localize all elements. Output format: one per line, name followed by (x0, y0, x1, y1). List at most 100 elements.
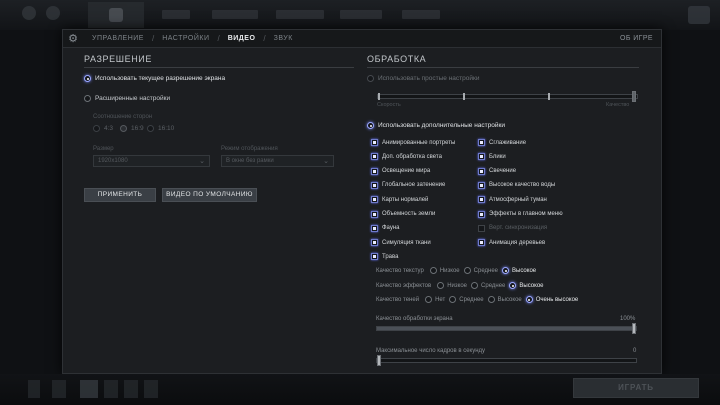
shadow-medium-radio[interactable]: Среднее (449, 296, 484, 303)
advanced-resolution-label: Расширенные настройки (95, 95, 171, 102)
effects-low-radio[interactable]: Низкое (437, 282, 467, 289)
profile-icon[interactable] (688, 6, 710, 24)
bottom-icon[interactable] (28, 380, 40, 398)
about-link[interactable]: ОБ ИГРЕ (620, 35, 653, 42)
radio-indicator (367, 122, 374, 129)
nav-item[interactable] (402, 10, 440, 19)
tab-settings[interactable]: НАСТРОЙКИ (154, 35, 217, 42)
render-quality-slider[interactable] (376, 323, 637, 334)
checkbox-left-8[interactable]: Трава (371, 253, 398, 261)
texture-high-radio[interactable]: Высокое (502, 267, 536, 274)
max-fps-slider[interactable] (376, 355, 637, 366)
bottom-icon[interactable] (52, 380, 66, 398)
use-current-resolution-radio[interactable]: Использовать текущее разрешение экрана (84, 75, 225, 82)
size-label: Размер (93, 146, 114, 152)
simple-quality-slider[interactable] (377, 91, 638, 102)
texture-low-radio[interactable]: Низкое (429, 267, 460, 274)
aspect-label: 4:3 (104, 125, 114, 132)
tab-controls[interactable]: УПРАВЛЕНИЕ (84, 35, 152, 42)
checkbox-label: Доп. обработка света (382, 153, 442, 160)
checkbox-label: Атмосферный туман (489, 196, 547, 203)
texture-medium-radio[interactable]: Среднее (463, 267, 498, 274)
option-label: Нет (435, 296, 446, 303)
aspect-16-9-radio[interactable]: 16:9 (120, 125, 144, 132)
logo-icon (109, 8, 123, 22)
tab-sound[interactable]: ЗВУК (266, 35, 301, 42)
checkbox-label: Карты нормалей (382, 196, 429, 203)
checkbox-indicator (371, 153, 378, 161)
shadow-high-radio[interactable]: Высокое (487, 296, 522, 303)
radio-indicator (471, 282, 479, 289)
slider-thumb[interactable] (632, 323, 636, 334)
aspect-4-3-radio[interactable]: 4:3 (93, 125, 113, 132)
checkbox-left-6[interactable]: Фауна (371, 224, 399, 232)
slider-tick (378, 93, 380, 100)
checkbox-label: Анимированные портреты (382, 139, 456, 146)
gear-icon: ⚙ (68, 32, 78, 45)
checkbox-indicator (478, 139, 485, 146)
aspect-label: 16:9 (131, 125, 144, 132)
effects-medium-radio[interactable]: Среднее (471, 282, 505, 289)
display-mode-select[interactable]: В окне без рамки ⌄ (221, 155, 334, 167)
radio-indicator (487, 296, 495, 303)
slider-thumb[interactable] (632, 91, 636, 102)
checkbox-right-6[interactable]: Верт. синхронизация (478, 224, 547, 232)
checkbox-right-2[interactable]: Свечение (478, 167, 516, 175)
bottom-icon[interactable] (80, 380, 98, 398)
gear-icon[interactable] (22, 6, 36, 20)
checkbox-right-4[interactable]: Атмосферный туман (478, 196, 547, 204)
nav-item[interactable] (276, 10, 324, 19)
back-icon[interactable] (46, 6, 60, 20)
option-label: Среднее (459, 296, 484, 303)
checkbox-label: Эффекты в главном меню (489, 211, 563, 217)
checkbox-right-7[interactable]: Анимация деревьев (478, 239, 545, 247)
apply-button[interactable]: ПРИМЕНИТЬ (84, 188, 156, 202)
shadow-very-high-radio[interactable]: Очень высокое (525, 296, 578, 303)
settings-dialog: ⚙ УПРАВЛЕНИЕ / НАСТРОЙКИ / ВИДЕО / ЗВУК … (62, 29, 662, 374)
checkbox-left-7[interactable]: Симуляция ткани (371, 239, 431, 247)
checkbox-left-0[interactable]: Анимированные портреты (371, 139, 455, 146)
play-button[interactable]: ИГРАТЬ (573, 378, 699, 398)
dota-logo[interactable] (88, 2, 144, 28)
shadow-none-radio[interactable]: Нет (425, 296, 445, 303)
nav-item[interactable] (340, 10, 382, 19)
checkbox-right-3[interactable]: Высокое качество воды (478, 181, 555, 189)
checkbox-left-4[interactable]: Карты нормалей (371, 196, 429, 204)
nav-item[interactable] (212, 10, 258, 19)
slider-min-caption: Скорость (377, 102, 401, 108)
checkbox-right-5[interactable]: Эффекты в главном меню (478, 210, 563, 218)
checkbox-left-5[interactable]: Объемность земли (371, 210, 436, 218)
checkbox-left-3[interactable]: Глобальное затенение (371, 181, 446, 189)
display-mode-label: Режим отображения (221, 146, 278, 152)
checkbox-label: Глобальное затенение (382, 182, 446, 189)
checkbox-left-2[interactable]: Освещение мира (371, 167, 430, 175)
checkbox-indicator (371, 224, 378, 232)
bottom-icon[interactable] (144, 380, 158, 398)
slider-tick (548, 93, 550, 100)
simple-settings-radio[interactable]: Использовать простые настройки (367, 75, 479, 82)
default-video-button[interactable]: ВИДЕО ПО УМОЛЧАНИЮ (162, 188, 257, 202)
tab-video[interactable]: ВИДЕО (220, 35, 264, 42)
checkbox-indicator (371, 181, 378, 189)
nav-item[interactable] (162, 10, 190, 19)
bottom-icon[interactable] (124, 380, 138, 398)
radio-indicator (93, 125, 100, 132)
checkbox-right-0[interactable]: Сглаживание (478, 139, 526, 146)
radio-indicator (525, 296, 533, 303)
advanced-resolution-radio[interactable]: Расширенные настройки (84, 95, 170, 102)
checkbox-indicator (478, 224, 485, 232)
use-current-resolution-label: Использовать текущее разрешение экрана (95, 75, 226, 82)
effects-high-radio[interactable]: Высокое (509, 282, 544, 289)
chevron-down-icon: ⌄ (199, 158, 205, 165)
checkbox-left-1[interactable]: Доп. обработка света (371, 153, 442, 161)
checkbox-label: Объемность земли (382, 211, 436, 217)
size-select[interactable]: 1920x1080 ⌄ (93, 155, 210, 167)
radio-indicator (509, 282, 517, 289)
advanced-settings-radio[interactable]: Использовать дополнительные настройки (367, 122, 505, 129)
size-value: 1920x1080 (98, 158, 128, 164)
bottom-icon[interactable] (104, 380, 118, 398)
slider-thumb[interactable] (377, 355, 381, 366)
checkbox-right-1[interactable]: Блики (478, 153, 506, 161)
radio-indicator (84, 95, 91, 102)
aspect-16-10-radio[interactable]: 16:10 (147, 125, 174, 132)
